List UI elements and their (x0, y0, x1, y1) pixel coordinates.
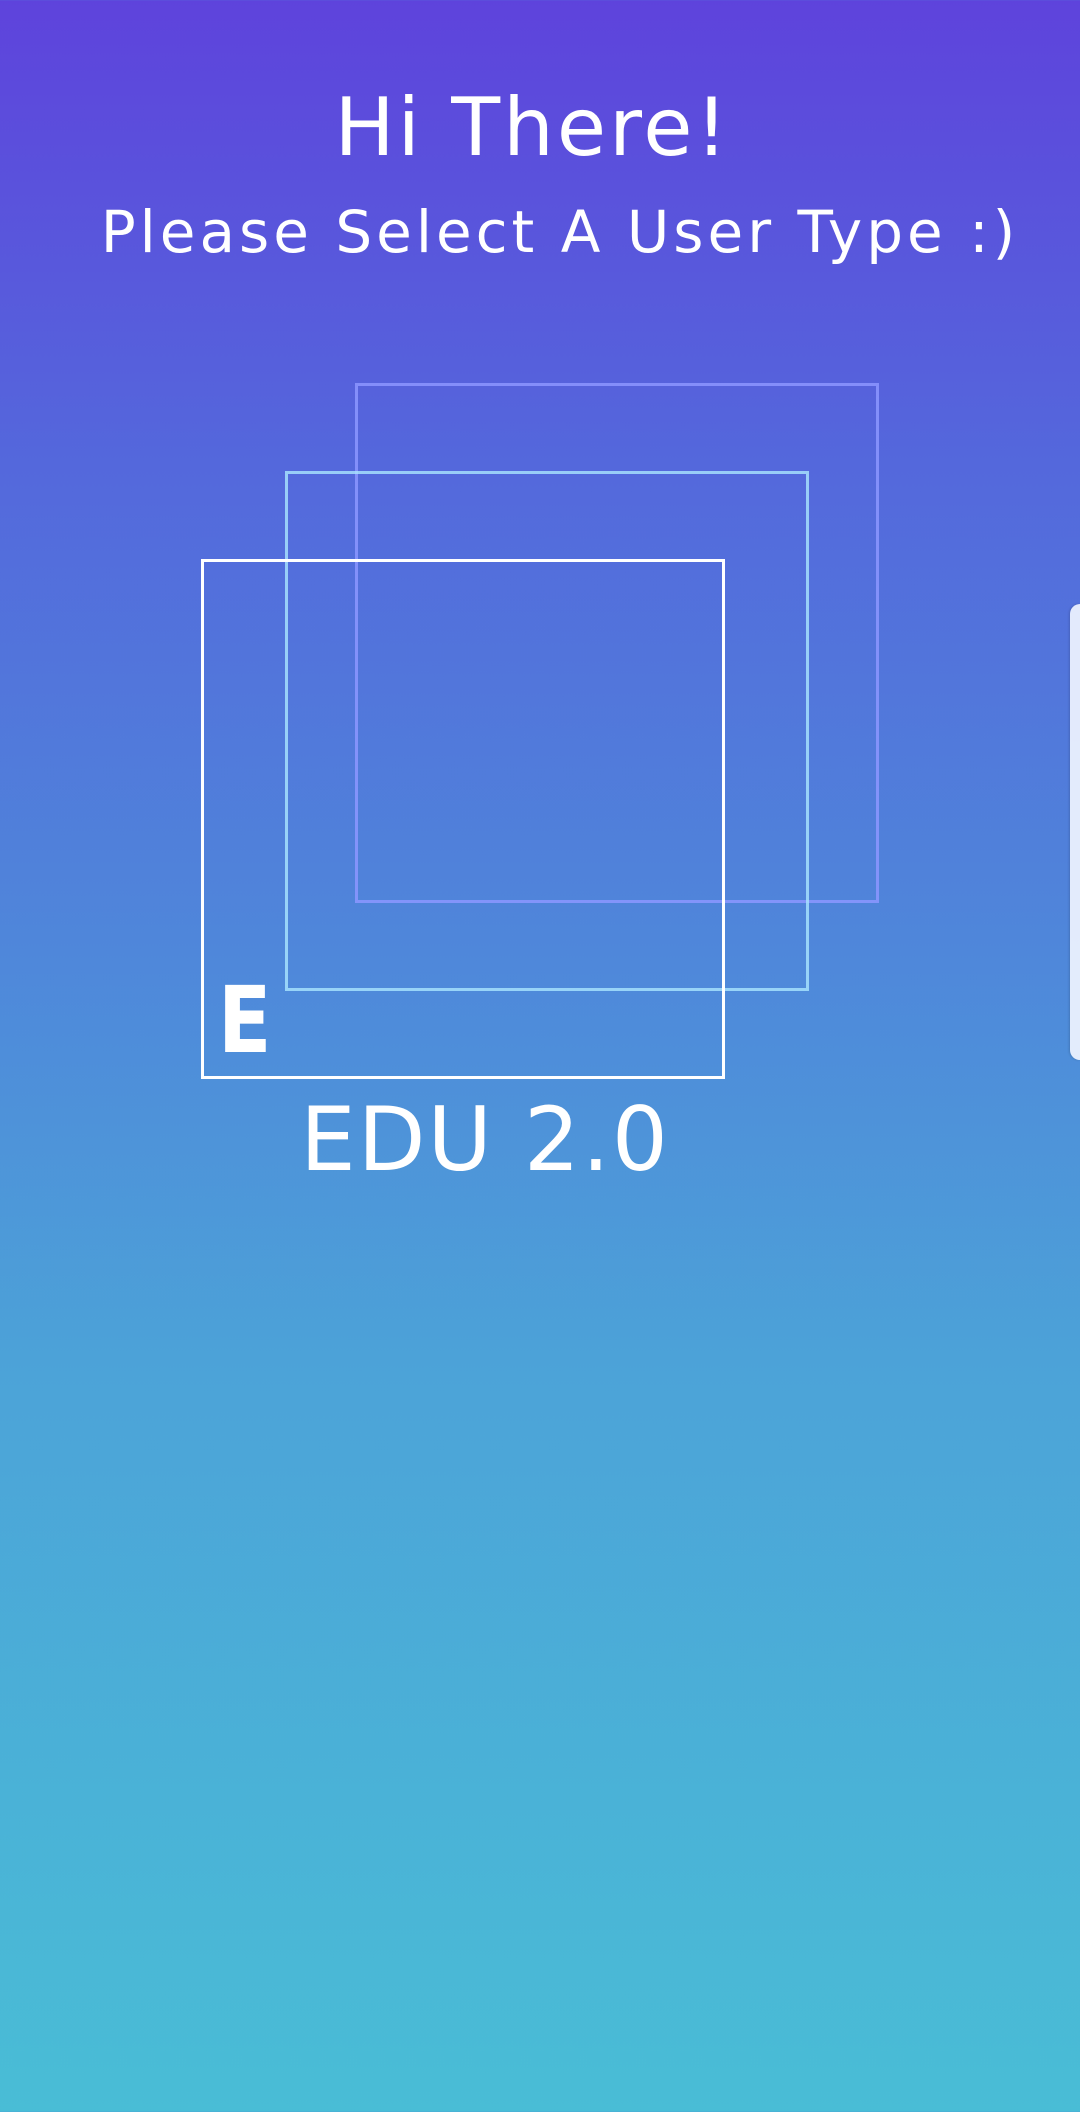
logo-frame-front (201, 559, 725, 1079)
app-name: EDU 2.0 (300, 1088, 670, 1191)
app-logo: E EDU 2.0 (0, 0, 1080, 1240)
logo-letter: E (218, 967, 272, 1074)
edge-panel-handle[interactable] (1070, 604, 1080, 1060)
